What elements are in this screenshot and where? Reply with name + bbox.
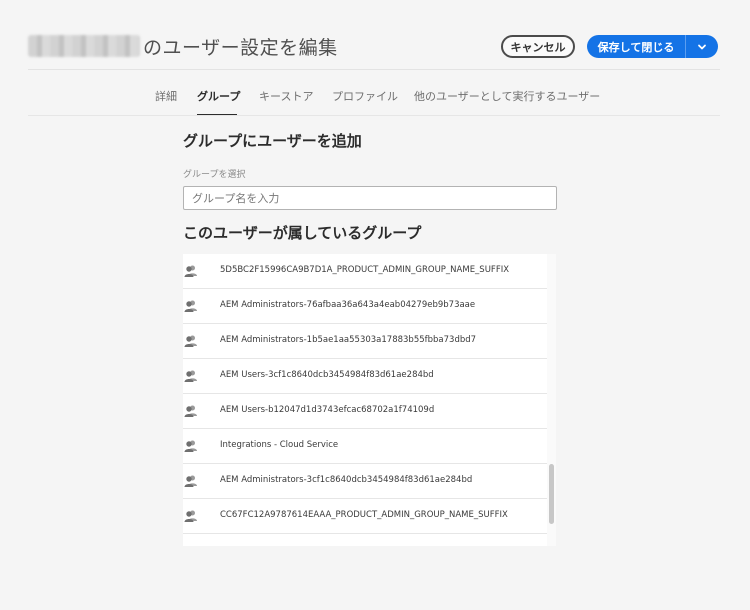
tab-impersonators[interactable]: 他のユーザーとして実行するユーザー [414,88,600,116]
page-header: のユーザー設定を編集 キャンセル 保存して閉じる [0,0,750,70]
member-groups-heading: このユーザーが属しているグループ [183,224,422,242]
user-group-icon [184,510,197,522]
group-name: AEM Users-3cf1c8640dcb3454984f83d61ae284… [220,370,434,380]
user-group-icon [184,370,197,382]
cancel-button[interactable]: キャンセル [501,35,575,58]
save-and-close-button-group: 保存して閉じる [587,35,718,58]
chevron-down-icon [698,44,706,49]
group-row[interactable]: AEM Users-b12047d1d3743efcac68702a1f7410… [183,394,547,429]
user-group-icon [184,265,197,277]
group-row[interactable]: AEM Administrators-1b5ae1aa55303a17883b5… [183,324,547,359]
user-group-icon [184,440,197,452]
group-select-label: グループを選択 [183,170,246,180]
tab-keystore[interactable]: キーストア [259,88,313,116]
group-name: AEM Administrators-76afbaa36a643a4eab042… [220,300,476,310]
tab-bar: 詳細 グループ キーストア プロファイル 他のユーザーとして実行するユーザー [0,88,750,116]
redacted-user-name [28,35,140,57]
save-and-close-button[interactable]: 保存して閉じる [587,35,685,58]
group-search-input[interactable] [183,186,557,210]
user-group-icon [184,405,197,417]
save-options-dropdown-button[interactable] [686,35,718,58]
group-name: CC67FC12A9787614EAAA_PRODUCT_ADMIN_GROUP… [220,510,508,520]
group-row[interactable]: CC67FC12A9787614EAAA_PRODUCT_ADMIN_GROUP… [183,499,547,534]
list-scrollbar-thumb[interactable] [549,464,554,524]
group-row[interactable]: AEM Users-3cf1c8640dcb3454984f83d61ae284… [183,359,547,394]
group-name: AEM Users-b12047d1d3743efcac68702a1f7410… [220,405,435,415]
header-divider [28,69,720,70]
tab-details[interactable]: 詳細 [155,88,177,116]
add-group-heading: グループにユーザーを追加 [183,132,362,150]
page-title-area: のユーザー設定を編集 [28,32,338,60]
group-row[interactable]: AEM Administrators-76afbaa36a643a4eab042… [183,289,547,324]
tab-groups[interactable]: グループ [197,88,240,116]
user-group-icon [184,300,197,312]
tabs-divider [28,115,720,116]
group-name: Integrations - Cloud Service [220,440,339,450]
group-name: AEM Administrators-1b5ae1aa55303a17883b5… [220,335,477,345]
member-groups-list: 5D5BC2F15996CA9B7D1A_PRODUCT_ADMIN_GROUP… [183,254,547,546]
user-group-icon [184,475,197,487]
group-row-partial[interactable] [183,534,547,546]
page-title: のユーザー設定を編集 [143,36,338,59]
user-group-icon [184,335,197,347]
group-name: AEM Administrators-3cf1c8640dcb3454984f8… [220,475,473,485]
tab-profile[interactable]: プロファイル [332,88,398,116]
group-row[interactable]: Integrations - Cloud Service [183,429,547,464]
group-row[interactable]: 5D5BC2F15996CA9B7D1A_PRODUCT_ADMIN_GROUP… [183,254,547,289]
group-row[interactable]: AEM Administrators-3cf1c8640dcb3454984f8… [183,464,547,499]
group-name: 5D5BC2F15996CA9B7D1A_PRODUCT_ADMIN_GROUP… [220,265,510,275]
